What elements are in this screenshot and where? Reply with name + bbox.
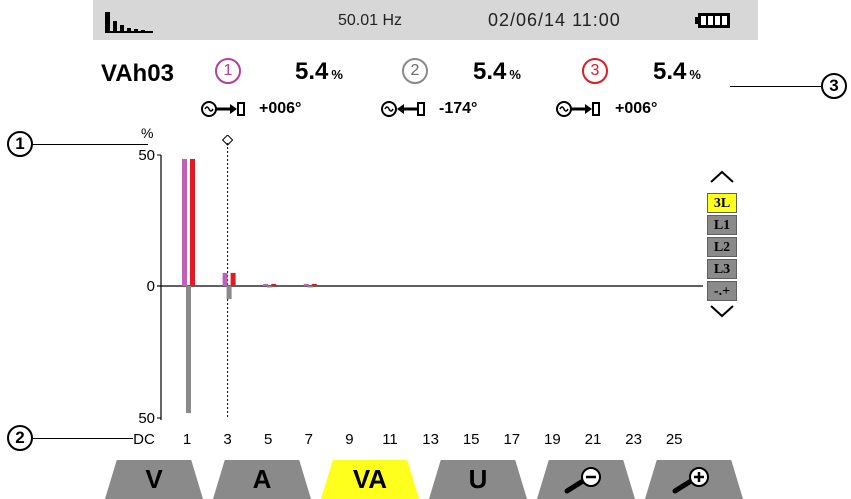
harmonic-bar [230,272,236,286]
harmonic-bar [303,283,309,286]
harmonic-bar [267,286,273,288]
y-tick-label: 50 [138,410,155,427]
datetime-readout: 02/06/14 11:00 [488,10,621,30]
harmonic-bar [311,283,317,286]
zoom-in-icon [672,466,709,493]
x-tick-label: 11 [382,431,398,448]
harmonic-bar [190,158,195,286]
x-tick-label: 25 [666,431,683,448]
battery-full-icon [695,13,730,28]
generator-to-load-icon [201,101,245,117]
harmonic-bar [182,158,187,286]
phase-selector: 3L L1 L2 L3 -.+ [707,170,751,360]
zoom-out-icon [564,466,601,493]
x-tick-label: 19 [544,431,561,448]
phase-3-angle: +006° [615,100,658,117]
phase-2-indicator: 2 [402,58,428,84]
x-tick-label: 23 [625,431,642,448]
load-to-generator-icon [381,101,425,117]
status-bar: 50.01 Hz 02/06/14 11:00 [93,0,758,40]
harmonic-bar [222,272,228,286]
frequency-readout: 50.01 Hz [338,12,403,29]
harmonic-bar [186,286,191,414]
phase-3-indicator: 3 [582,58,608,84]
harmonic-bar [271,283,277,286]
tab-a[interactable]: A [213,460,311,499]
phase-1-angle: +006° [259,100,302,117]
chevron-down-icon[interactable] [709,304,735,318]
x-tick-label: 21 [585,431,602,448]
y-tick-label: 50 [138,147,155,164]
x-tick-label: 1 [183,431,191,448]
selector-l3[interactable]: L3 [707,259,737,279]
tab-v[interactable]: V [105,460,203,499]
x-tick-label: 17 [503,431,520,448]
harmonics-chart[interactable]: 50050DC 1 3 5 7 9 11 13 15 17 19 21 23 25 [93,135,758,455]
tab-u[interactable]: U [429,460,527,499]
callout-3-leader [730,86,821,87]
callout-2-leader [33,438,133,439]
phase-1-value: 5.4% [295,58,343,85]
zoom-in-button[interactable] [645,460,743,499]
x-tick-label: 13 [422,431,439,448]
x-tick-label: 7 [305,431,313,448]
phase-1-indicator: 1 [215,58,241,84]
callout-3: 3 [821,73,847,99]
selector-3l[interactable]: 3L [707,193,737,213]
tab-va[interactable]: VA [321,460,419,499]
mode-label: VAh03 [101,60,174,87]
function-tabs: V A VA U [93,460,758,499]
zoom-out-button[interactable] [537,460,635,499]
selector-sign[interactable]: -.+ [707,281,737,301]
x-tick-label: 9 [345,431,353,448]
phase-2-value: 5.4% [473,58,521,85]
phase-2-angle: -174° [439,100,478,117]
callout-1: 1 [7,131,33,157]
chevron-up-icon[interactable] [709,170,735,184]
y-tick-label: 0 [147,278,155,295]
generator-to-load-icon [556,101,600,117]
x-tick-label: 15 [463,431,480,448]
harmonic-bar [263,283,269,286]
phase-3-value: 5.4% [653,58,701,85]
harmonic-bar [307,286,313,288]
callout-2: 2 [7,425,33,451]
selector-l1[interactable]: L1 [707,215,737,235]
x-tick-label: DC [133,431,155,448]
harmonics-bars-icon [105,12,153,33]
x-tick-label: 5 [264,431,272,448]
x-tick-label: 3 [223,431,231,448]
selector-l2[interactable]: L2 [707,237,737,257]
harmonic-bar [226,286,232,300]
callout-1-leader [33,144,148,145]
instrument-screen: 50.01 Hz 02/06/14 11:00 VAh03 1 5.4% 2 5… [93,0,758,499]
